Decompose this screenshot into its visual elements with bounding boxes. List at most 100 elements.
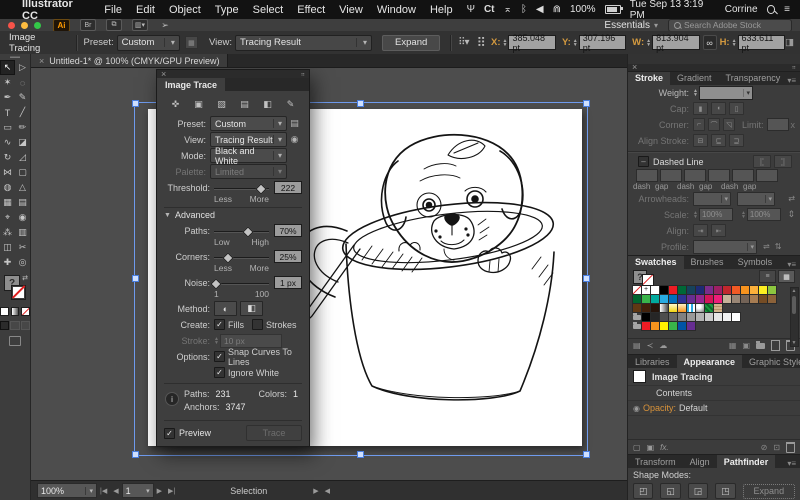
wifi-icon[interactable]: ⋒ — [553, 4, 561, 15]
menu-user[interactable]: Corrine — [725, 4, 758, 15]
spotlight-icon[interactable] — [767, 5, 776, 14]
swatch-stroke-proxy[interactable] — [642, 274, 654, 286]
preset-high-color-icon[interactable]: ▣ — [191, 98, 207, 111]
advanced-section-toggle[interactable]: ▼Advanced — [164, 207, 302, 222]
weight-dropdown[interactable] — [699, 86, 753, 100]
swatch-0054a6[interactable] — [678, 322, 686, 330]
stroke-proxy[interactable] — [11, 285, 26, 300]
shape-builder-tool[interactable]: ◍ — [0, 180, 15, 195]
swatch-b3b3b3[interactable] — [696, 313, 704, 321]
close-window-button[interactable] — [8, 22, 15, 29]
perspective-grid-tool[interactable]: △ — [15, 180, 30, 195]
swatch-f7941d[interactable] — [651, 322, 659, 330]
swatch-registration[interactable] — [642, 286, 650, 294]
minimize-window-button[interactable] — [21, 22, 28, 29]
lasso-tool[interactable]: ◌ — [15, 75, 30, 90]
eraser-tool[interactable]: ◪ — [15, 135, 30, 150]
swatch-736357[interactable] — [741, 295, 749, 303]
draw-inside-mode[interactable] — [21, 321, 30, 330]
swatch-folder[interactable] — [633, 322, 641, 330]
method-overlapping-icon[interactable]: ◧ — [240, 301, 263, 316]
airplay-icon[interactable]: ⌅ — [504, 4, 512, 15]
noise-slider[interactable] — [214, 278, 269, 288]
preset-auto-color-icon[interactable]: ✜ — [168, 98, 184, 111]
clear-appearance-icon[interactable]: ⊘ — [761, 443, 768, 452]
swatch-f7931e[interactable] — [741, 286, 749, 294]
swatch-39b54a[interactable] — [642, 295, 650, 303]
threshold-value[interactable]: 222 — [274, 181, 302, 194]
swatch-f15a24[interactable] — [732, 286, 740, 294]
arrange-documents-icon[interactable]: ▥▾ — [132, 19, 148, 31]
tracing-options-icon[interactable]: ▦ — [185, 36, 198, 49]
swatch-2e3192[interactable] — [678, 295, 686, 303]
align-dash-icon[interactable]: ⣹ — [774, 155, 792, 168]
preview-checkbox[interactable] — [164, 428, 175, 439]
dash2-field[interactable] — [684, 169, 706, 182]
add-new-fill-icon[interactable]: ▣ — [647, 443, 655, 452]
first-artboard-icon[interactable]: |◀ — [100, 487, 107, 495]
swatch-grad2[interactable] — [669, 304, 677, 312]
swatch-0071bc[interactable] — [669, 295, 677, 303]
align-options-icon[interactable]: ⠿▾ — [458, 37, 468, 48]
shaper-tool[interactable]: ∿ — [0, 135, 15, 150]
swatch-93278f[interactable] — [696, 295, 704, 303]
swatch-662d91[interactable] — [687, 295, 695, 303]
preset-menu-icon[interactable]: ▤ — [287, 118, 302, 129]
minus-front-icon[interactable]: ◱ — [660, 483, 680, 499]
swatch-pat1[interactable] — [705, 304, 713, 312]
close-document-icon[interactable] — [39, 56, 44, 66]
view-dropdown[interactable]: Tracing Result — [235, 35, 372, 51]
h-stepper[interactable]: ▲▼ — [732, 39, 737, 47]
rotate-tool[interactable]: ↻ — [0, 150, 15, 165]
scroll-left-icon[interactable]: ◀ — [325, 487, 330, 495]
pen-tool[interactable]: ✒ — [0, 90, 15, 105]
column-graph-tool[interactable]: ▥ — [15, 225, 30, 240]
tab-align[interactable]: Align — [683, 455, 717, 468]
appearance-item-row[interactable]: Image Tracing — [628, 368, 800, 386]
trace-preset-dropdown[interactable]: Custom — [210, 116, 287, 131]
gap2-field[interactable] — [708, 169, 730, 182]
preserve-dash-icon[interactable]: ⣏ — [753, 155, 771, 168]
line-segment-tool[interactable]: ╱ — [15, 105, 30, 120]
constrain-proportions-icon[interactable]: ∞ — [703, 35, 717, 50]
menu-object[interactable]: Object — [169, 4, 201, 16]
swatch-c1272d[interactable] — [723, 286, 731, 294]
intersect-icon[interactable]: ◲ — [688, 483, 708, 499]
app-status-icon[interactable]: Ct — [484, 4, 495, 15]
tab-swatches[interactable]: Swatches — [628, 256, 684, 269]
new-color-group-icon[interactable] — [756, 343, 765, 349]
add-effect-icon[interactable]: fx. — [660, 443, 668, 452]
bridge-icon[interactable]: Br — [80, 19, 96, 31]
dash3-field[interactable] — [732, 169, 754, 182]
menu-view[interactable]: View — [339, 4, 363, 16]
tab-libraries[interactable]: Libraries — [628, 355, 677, 368]
status-menu-icon[interactable]: ▶ — [313, 487, 318, 495]
swatch-7b2d8b[interactable] — [705, 286, 713, 294]
eyedropper-tool[interactable]: ⌖ — [0, 210, 15, 225]
swatch-39b54a[interactable] — [669, 322, 677, 330]
swatch-grad3[interactable] — [678, 304, 686, 312]
tab-gradient[interactable]: Gradient — [670, 72, 719, 85]
swatch-cccccc[interactable] — [705, 313, 713, 321]
swatch-666666[interactable] — [669, 313, 677, 321]
swatch-006837[interactable] — [678, 286, 686, 294]
preset-black-white-icon[interactable]: ◧ — [260, 98, 276, 111]
corners-slider[interactable] — [214, 252, 269, 262]
panel-menu-icon[interactable]: ▾≡ — [787, 459, 800, 468]
gradient-tool[interactable]: ▤ — [15, 195, 30, 210]
zoom-tool[interactable]: ◎ — [15, 255, 30, 270]
tab-brushes[interactable]: Brushes — [684, 256, 731, 269]
selection-handle-bottom-mid[interactable] — [357, 451, 364, 458]
paths-value[interactable]: 70% — [274, 224, 302, 237]
fill-stroke-proxy[interactable]: ? ⇄ — [0, 274, 30, 304]
swatch-grad5[interactable] — [696, 304, 704, 312]
unite-icon[interactable]: ◰ — [633, 483, 653, 499]
zoom-window-button[interactable] — [34, 22, 41, 29]
document-tab[interactable]: Untitled-1* @ 100% (CMYK/GPU Preview) — [31, 54, 228, 67]
appearance-contents-row[interactable]: Contents — [628, 386, 800, 401]
grid-view-icon[interactable]: ▦ — [778, 270, 795, 283]
slice-tool[interactable]: ✂ — [15, 240, 30, 255]
ignore-white-checkbox[interactable] — [214, 367, 225, 378]
w-stepper[interactable]: ▲▼ — [646, 39, 651, 47]
swatch-4d4d4d[interactable] — [660, 313, 668, 321]
